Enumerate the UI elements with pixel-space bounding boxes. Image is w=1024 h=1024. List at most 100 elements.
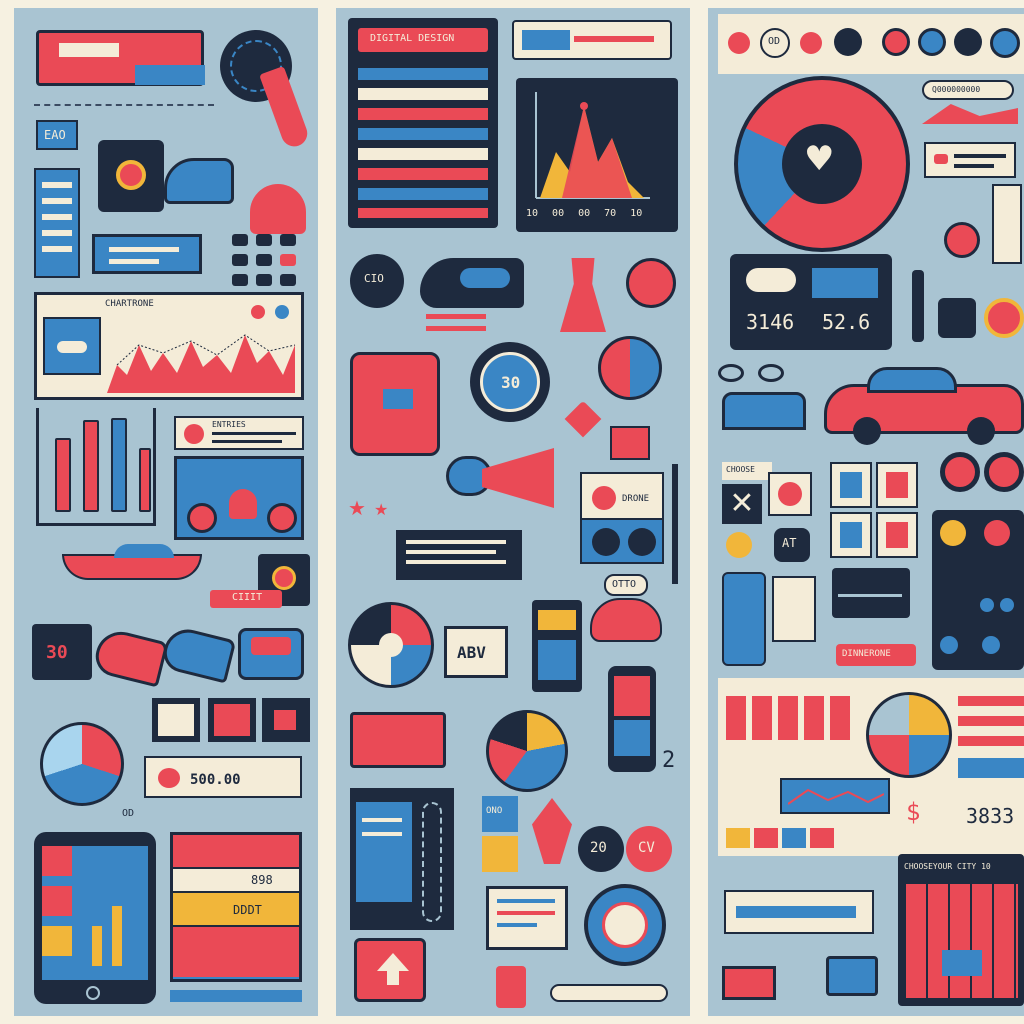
entries-title: ENTRIES: [212, 420, 246, 429]
stat-bar: [752, 696, 772, 740]
stat-bar: [804, 696, 824, 740]
stat-row: [958, 758, 1024, 778]
list-header: CHOOSE: [726, 465, 755, 474]
target-card: [768, 472, 812, 516]
list-row[interactable]: 898: [173, 869, 299, 893]
list-row[interactable]: [173, 927, 299, 977]
bar: [92, 926, 102, 966]
boat-canopy: [114, 544, 174, 558]
banner-stripe: [135, 65, 205, 85]
toggle-dot[interactable]: [1000, 598, 1014, 612]
pill-label: Q000000000: [932, 85, 981, 94]
tshirt-icon: [350, 352, 440, 456]
at-badge: AT: [774, 528, 810, 562]
divider: [34, 104, 214, 106]
area-chart-graphic: [107, 334, 296, 393]
arrow-up-icon: [377, 953, 409, 971]
thumbnail[interactable]: [152, 698, 200, 742]
slider-card[interactable]: [512, 20, 672, 60]
abv-label: ABV: [457, 643, 486, 662]
drop-icon: [728, 32, 750, 54]
puzzle-card: [722, 572, 766, 666]
toggle-dot[interactable]: [882, 28, 910, 56]
dial-icon[interactable]: [984, 298, 1024, 338]
stat-row: [958, 716, 1024, 726]
text-card: [396, 530, 522, 580]
toggle-dot[interactable]: [982, 636, 1000, 654]
sign-badge: OTTO: [604, 574, 648, 596]
pie-chart-icon: [486, 710, 568, 792]
currency-value: 3833: [966, 804, 1015, 828]
ciiit-button[interactable]: CIIIT: [210, 590, 282, 608]
star-icon: ★: [348, 496, 366, 520]
timer-label: 30: [501, 373, 521, 392]
list-row[interactable]: [173, 835, 299, 869]
toggle-dot[interactable]: [834, 28, 862, 56]
list-card: 898 DDDT: [170, 832, 302, 982]
message-card: [924, 142, 1016, 178]
stat-bar: [830, 696, 850, 740]
avatar-card[interactable]: [876, 512, 918, 558]
price-value: 500.00: [190, 772, 241, 788]
list-value: DDDT: [233, 903, 262, 917]
at-label: AT: [782, 536, 797, 550]
table-icon: [722, 392, 806, 430]
gauge-icon: [584, 884, 666, 966]
legend-dot: [251, 305, 265, 319]
toggle-dot[interactable]: [990, 28, 1020, 58]
thumbnail[interactable]: [262, 698, 310, 742]
toggle-dot[interactable]: [954, 28, 982, 56]
stats-section: $ 3833: [718, 678, 1024, 856]
dial-icon[interactable]: [938, 298, 976, 338]
cloud-icon: [746, 268, 796, 292]
toggle-dot[interactable]: [940, 636, 958, 654]
mountain-chart-graphic: [535, 92, 650, 199]
avatar-card[interactable]: [876, 462, 918, 508]
list-row[interactable]: DDDT: [173, 893, 299, 927]
avatar-card[interactable]: [830, 462, 872, 508]
projector-icon: [238, 628, 304, 680]
header-pill: Q000000000: [922, 80, 1014, 100]
badge-cv-label: CV: [638, 840, 655, 856]
left-panel: ЕАО CHARTRONE ENTRIES CIIIT 30 500.00 OD…: [14, 8, 318, 1016]
pie-chart-icon: [40, 722, 124, 806]
chart-thumbnail: [43, 317, 101, 375]
circle-badge: CIO: [350, 254, 404, 308]
dinnerone-button[interactable]: DINNERONE: [836, 644, 916, 666]
footer-header: CHOOSEYOUR CITY 10: [904, 862, 991, 871]
od-badge: OD: [760, 28, 790, 58]
speech-card: [724, 890, 874, 934]
bar-chart-card: [36, 408, 156, 526]
line-chart-graphic: [788, 788, 884, 805]
avatar-card[interactable]: [830, 512, 872, 558]
warning-badge: [944, 222, 980, 258]
toggle-dot[interactable]: [918, 28, 946, 56]
badge-20: 20: [578, 826, 624, 872]
toggle-button[interactable]: [628, 528, 656, 556]
arrow-up-button[interactable]: [354, 938, 426, 1002]
heart-icon: [158, 768, 180, 788]
record-button[interactable]: [626, 258, 676, 308]
choose-card: CHOOSE: [722, 462, 772, 480]
close-button[interactable]: ✕: [722, 484, 762, 524]
thumbnail[interactable]: [208, 698, 256, 742]
control-panel: [932, 510, 1024, 670]
keypad-icon[interactable]: [232, 234, 310, 294]
header-title: DIGITAL DESIGN: [370, 33, 455, 44]
vertical-slider[interactable]: [672, 464, 678, 584]
bar: [111, 418, 127, 512]
smartphone-icon: [608, 666, 656, 772]
sneaker-icon: [164, 158, 234, 204]
drop-icon: [800, 32, 822, 54]
dome-icon: [250, 184, 306, 234]
knob[interactable]: [229, 489, 257, 519]
knob[interactable]: [267, 503, 297, 533]
dress-icon: [560, 258, 606, 332]
ciiit-label: CIIIT: [232, 592, 263, 603]
tag-label: ЕАО: [44, 128, 66, 142]
bar: [55, 438, 71, 512]
knob[interactable]: [187, 503, 217, 533]
toggle-button[interactable]: [592, 528, 620, 556]
search-bar[interactable]: [550, 984, 668, 1002]
toggle-dot[interactable]: [980, 598, 994, 612]
